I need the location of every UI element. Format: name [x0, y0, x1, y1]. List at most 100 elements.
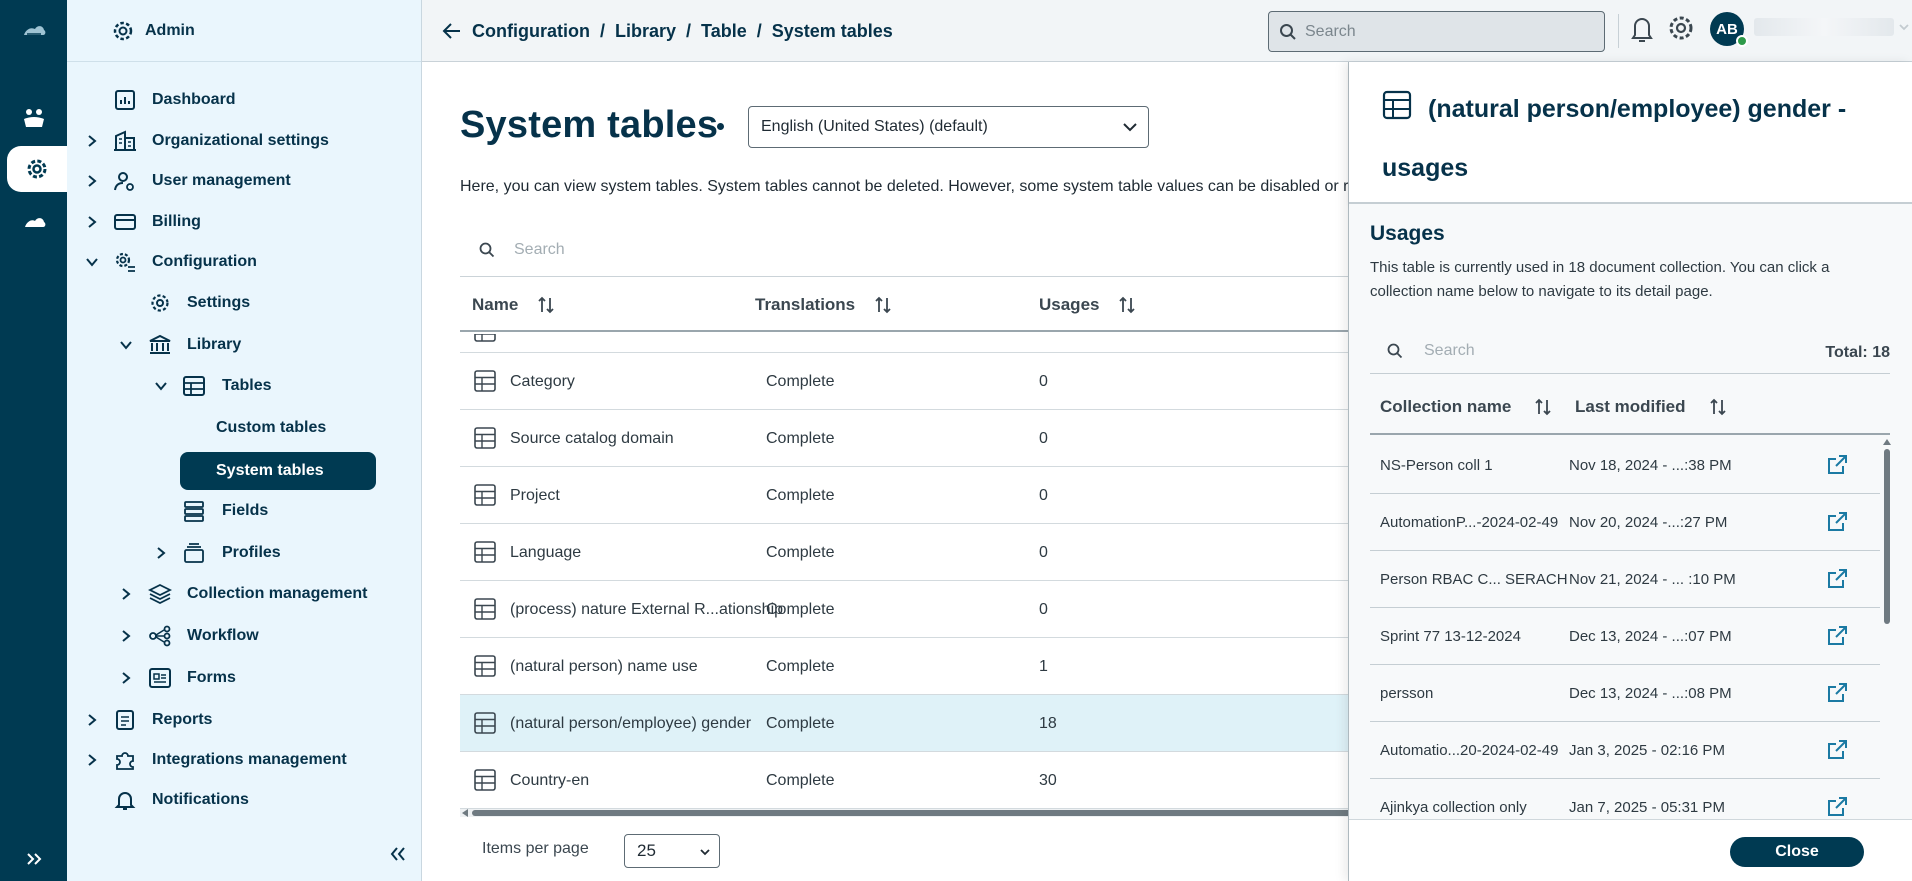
row-name[interactable]: Country-en — [510, 752, 589, 809]
row-name[interactable]: Project — [510, 467, 560, 524]
sidebar-item-reports[interactable]: Reports — [67, 703, 422, 737]
collection-name[interactable]: persson — [1380, 665, 1433, 722]
chevron-right-icon[interactable] — [84, 214, 100, 230]
chevron-down-icon[interactable] — [1898, 22, 1910, 32]
chevron-down-icon[interactable] — [118, 337, 134, 353]
column-header-name[interactable]: Name — [472, 277, 556, 333]
table-row[interactable]: (natural person) name use Complete 1 — [460, 638, 1348, 695]
chevron-right-icon[interactable] — [84, 133, 100, 149]
app-logo-icon[interactable] — [0, 8, 67, 54]
collection-name[interactable]: Automatio...20-2024-02-49 — [1380, 722, 1558, 779]
scroll-up-icon[interactable] — [1883, 439, 1891, 445]
horizontal-scrollbar[interactable] — [460, 809, 1348, 817]
row-name[interactable]: (process) nature External R...ationship — [510, 581, 783, 638]
collection-row[interactable]: persson Dec 13, 2024 - ...:08 PM — [1370, 665, 1880, 722]
sort-icon[interactable] — [1117, 295, 1137, 315]
sidebar-item-organizational-settings[interactable]: Organizational settings — [67, 124, 422, 158]
table-row[interactable]: Source catalog domain Complete 0 — [460, 410, 1348, 467]
chevron-right-icon[interactable] — [118, 586, 134, 602]
sidebar-item-notifications[interactable]: Notifications — [67, 783, 422, 817]
collapse-sidebar-icon[interactable] — [389, 846, 407, 862]
chevron-right-icon[interactable] — [118, 670, 134, 686]
column-header-collection-name[interactable]: Collection name — [1380, 379, 1553, 435]
chevron-right-icon[interactable] — [153, 545, 169, 561]
row-name[interactable]: Language — [510, 524, 581, 581]
sidebar-item-fields[interactable]: Fields — [67, 494, 422, 528]
collection-name[interactable]: AutomationP...-2024-02-49 — [1380, 494, 1558, 551]
expand-rail-icon[interactable] — [0, 836, 67, 881]
sidebar-item-system-tables[interactable]: System tables — [180, 452, 376, 490]
collection-row[interactable]: AutomationP...-2024-02-49 Nov 20, 2024 -… — [1370, 494, 1880, 551]
sidebar-item-profiles[interactable]: Profiles — [67, 536, 422, 570]
row-name[interactable]: Source catalog domain — [510, 410, 674, 467]
chevron-right-icon[interactable] — [84, 712, 100, 728]
sort-icon[interactable] — [873, 295, 893, 315]
table-row[interactable]: Language Complete 0 — [460, 524, 1348, 581]
collection-row[interactable]: Ajinkya collection only Jan 7, 2025 - 05… — [1370, 779, 1880, 819]
table-row[interactable]: Category Complete 0 — [460, 353, 1348, 410]
items-per-page-select[interactable]: 25 — [624, 834, 720, 868]
breadcrumb-table[interactable]: Table — [701, 21, 747, 42]
open-external-icon[interactable] — [1825, 681, 1849, 705]
open-external-icon[interactable] — [1825, 510, 1849, 534]
sidebar-item-collection-management[interactable]: Collection management — [67, 577, 422, 611]
table-row[interactable]: Country-en Complete 30 — [460, 752, 1348, 809]
admin-settings-icon[interactable] — [7, 146, 67, 192]
collection-name[interactable]: Ajinkya collection only — [1380, 779, 1527, 819]
column-header-translations[interactable]: Translations — [755, 277, 893, 333]
sidebar-item-configuration[interactable]: Configuration — [67, 245, 422, 279]
sidebar-item-tables[interactable]: Tables — [67, 369, 422, 403]
cloud-icon[interactable] — [0, 200, 67, 246]
user-name-redacted[interactable] — [1754, 18, 1894, 36]
chevron-right-icon[interactable] — [118, 628, 134, 644]
sidebar-item-settings[interactable]: Settings — [67, 286, 422, 320]
row-name[interactable]: (natural person) name use — [510, 638, 698, 695]
column-header-last-modified[interactable]: Last modified — [1575, 379, 1728, 435]
table-search[interactable] — [460, 228, 1348, 272]
column-header-usages[interactable]: Usages — [1039, 277, 1137, 333]
chevron-right-icon[interactable] — [84, 173, 100, 189]
sort-icon[interactable] — [1708, 397, 1728, 417]
collection-row[interactable]: Sprint 77 13-12-2024 Dec 13, 2024 - ...:… — [1370, 608, 1880, 665]
sidebar-item-integrations-management[interactable]: Integrations management — [67, 743, 422, 777]
sidebar-item-dashboard[interactable]: Dashboard — [67, 83, 422, 117]
collection-row[interactable]: Person RBAC C... SERACH Nov 21, 2024 - .… — [1370, 551, 1880, 608]
sidebar-item-library[interactable]: Library — [67, 328, 422, 362]
sidebar-item-billing[interactable]: Billing — [67, 205, 422, 239]
collection-row[interactable]: NS-Person coll 1 Nov 18, 2024 - ...:38 P… — [1370, 437, 1880, 494]
global-search-input[interactable] — [1305, 22, 1585, 41]
table-row[interactable]: (process) nature External R...ationship … — [460, 581, 1348, 638]
people-icon[interactable] — [0, 95, 67, 141]
sidebar-item-forms[interactable]: Forms — [67, 661, 422, 695]
collection-name[interactable]: Sprint 77 13-12-2024 — [1380, 608, 1521, 665]
table-row-selected[interactable]: (natural person/employee) gender Complet… — [460, 695, 1348, 752]
table-row[interactable] — [460, 334, 1348, 353]
collections-search[interactable]: Total: 18 — [1370, 328, 1890, 374]
language-select[interactable]: English (United States) (default) — [748, 106, 1149, 148]
chevron-down-icon[interactable] — [84, 254, 100, 270]
scroll-left-icon[interactable] — [462, 809, 468, 817]
sidebar-item-user-management[interactable]: User management — [67, 164, 422, 198]
breadcrumb-configuration[interactable]: Configuration — [472, 21, 590, 42]
collection-name[interactable]: Person RBAC C... SERACH — [1380, 551, 1568, 608]
settings-gear-icon[interactable] — [1667, 12, 1695, 44]
open-external-icon[interactable] — [1825, 567, 1849, 591]
chevron-right-icon[interactable] — [84, 752, 100, 768]
open-external-icon[interactable] — [1825, 795, 1849, 819]
close-button[interactable]: Close — [1730, 837, 1864, 867]
row-name[interactable]: Category — [510, 353, 575, 410]
sidebar-item-custom-tables[interactable]: Custom tables — [67, 411, 422, 445]
sort-icon[interactable] — [1533, 397, 1553, 417]
open-external-icon[interactable] — [1825, 624, 1849, 648]
row-name[interactable]: (natural person/employee) gender — [510, 695, 751, 752]
collection-row[interactable]: Automatio...20-2024-02-49 Jan 3, 2025 - … — [1370, 722, 1880, 779]
global-search[interactable] — [1268, 11, 1605, 52]
collection-name[interactable]: NS-Person coll 1 — [1380, 437, 1493, 494]
open-external-icon[interactable] — [1825, 453, 1849, 477]
notifications-bell-icon[interactable] — [1630, 14, 1654, 44]
vertical-scrollbar[interactable] — [1882, 437, 1892, 817]
back-arrow-icon[interactable] — [442, 22, 462, 40]
table-row[interactable]: Project Complete 0 — [460, 467, 1348, 524]
sidebar-item-workflow[interactable]: Workflow — [67, 619, 422, 653]
sort-icon[interactable] — [536, 295, 556, 315]
